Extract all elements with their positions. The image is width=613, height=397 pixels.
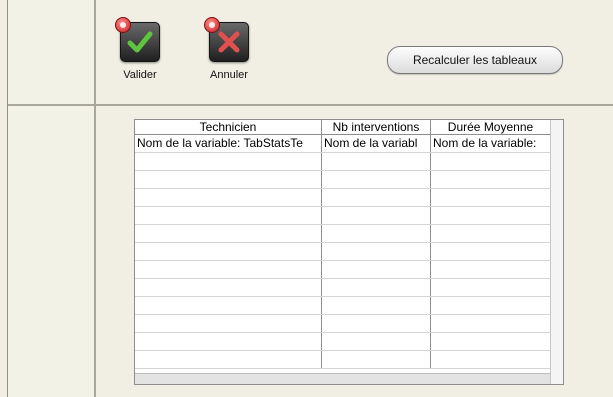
cancel-button[interactable]: Annuler [204, 17, 252, 81]
table-row[interactable]: Nom de la variable: TabStatsTe Nom de la… [135, 135, 550, 153]
table-row[interactable] [135, 315, 550, 333]
table-row[interactable] [135, 297, 550, 315]
table-row[interactable] [135, 279, 550, 297]
table-cell[interactable] [431, 279, 550, 296]
table-cell[interactable] [431, 207, 550, 224]
table-cell[interactable] [431, 225, 550, 242]
table-cell[interactable] [322, 243, 431, 260]
cancel-label: Annuler [210, 69, 248, 81]
column-header-technicien[interactable]: Technicien [135, 120, 322, 134]
table-cell[interactable] [431, 243, 550, 260]
cell-nb-interventions[interactable]: Nom de la variabl [322, 135, 431, 152]
checkmark-icon [127, 31, 153, 53]
table-cell[interactable] [431, 297, 550, 314]
table-cell[interactable] [322, 189, 431, 206]
table-cell[interactable] [322, 153, 431, 170]
table-row[interactable] [135, 189, 550, 207]
table-cell[interactable] [135, 243, 322, 260]
table-cell[interactable] [431, 171, 550, 188]
horizontal-scrollbar[interactable] [135, 373, 550, 384]
validate-label: Valider [123, 69, 157, 81]
table-cell[interactable] [431, 153, 550, 170]
cancel-icon-frame [204, 17, 249, 62]
table-cell[interactable] [322, 315, 431, 332]
table-cell[interactable] [431, 261, 550, 278]
column-header-nb-interventions[interactable]: Nb interventions [322, 120, 431, 134]
recalculate-tables-button[interactable]: Recalculer les tableaux [387, 46, 563, 74]
table-cell[interactable] [322, 351, 431, 368]
table-cell[interactable] [431, 351, 550, 368]
table-row[interactable] [135, 153, 550, 171]
table-cell[interactable] [431, 315, 550, 332]
table-cell[interactable] [322, 333, 431, 350]
table-cell[interactable] [431, 189, 550, 206]
table-row[interactable] [135, 243, 550, 261]
validate-icon-frame [115, 17, 160, 62]
table-cell[interactable] [135, 171, 322, 188]
table-row[interactable] [135, 171, 550, 189]
table-cell[interactable] [135, 333, 322, 350]
validate-button[interactable]: Valider [115, 17, 163, 81]
table-cell[interactable] [135, 189, 322, 206]
stats-table[interactable]: Technicien Nb interventions Durée Moyenn… [134, 119, 564, 385]
table-row[interactable] [135, 351, 550, 369]
table-cell[interactable] [135, 315, 322, 332]
cross-icon [218, 31, 240, 53]
table-cell[interactable] [135, 279, 322, 296]
table-row[interactable] [135, 207, 550, 225]
table-cell[interactable] [322, 225, 431, 242]
table-row[interactable] [135, 261, 550, 279]
cell-technicien[interactable]: Nom de la variable: TabStatsTe [135, 135, 322, 152]
table-cell[interactable] [322, 207, 431, 224]
table-cell[interactable] [135, 261, 322, 278]
table-cell[interactable] [135, 153, 322, 170]
vertical-separator [94, 0, 96, 397]
table-row[interactable] [135, 333, 550, 351]
horizontal-separator [8, 104, 613, 106]
cell-duree-moyenne[interactable]: Nom de la variable: [431, 135, 550, 152]
table-cell[interactable] [135, 351, 322, 368]
table-row[interactable] [135, 225, 550, 243]
table-header: Technicien Nb interventions Durée Moyenn… [135, 120, 550, 135]
column-header-duree-moyenne[interactable]: Durée Moyenne [431, 120, 550, 134]
vertical-scrollbar[interactable] [550, 120, 563, 384]
left-column [8, 0, 94, 397]
table-cell[interactable] [431, 333, 550, 350]
table-cell[interactable] [322, 297, 431, 314]
table-cell[interactable] [322, 279, 431, 296]
table-cell[interactable] [135, 207, 322, 224]
table-cell[interactable] [135, 225, 322, 242]
table-cell[interactable] [135, 297, 322, 314]
table-cell[interactable] [322, 171, 431, 188]
table-cell[interactable] [322, 261, 431, 278]
